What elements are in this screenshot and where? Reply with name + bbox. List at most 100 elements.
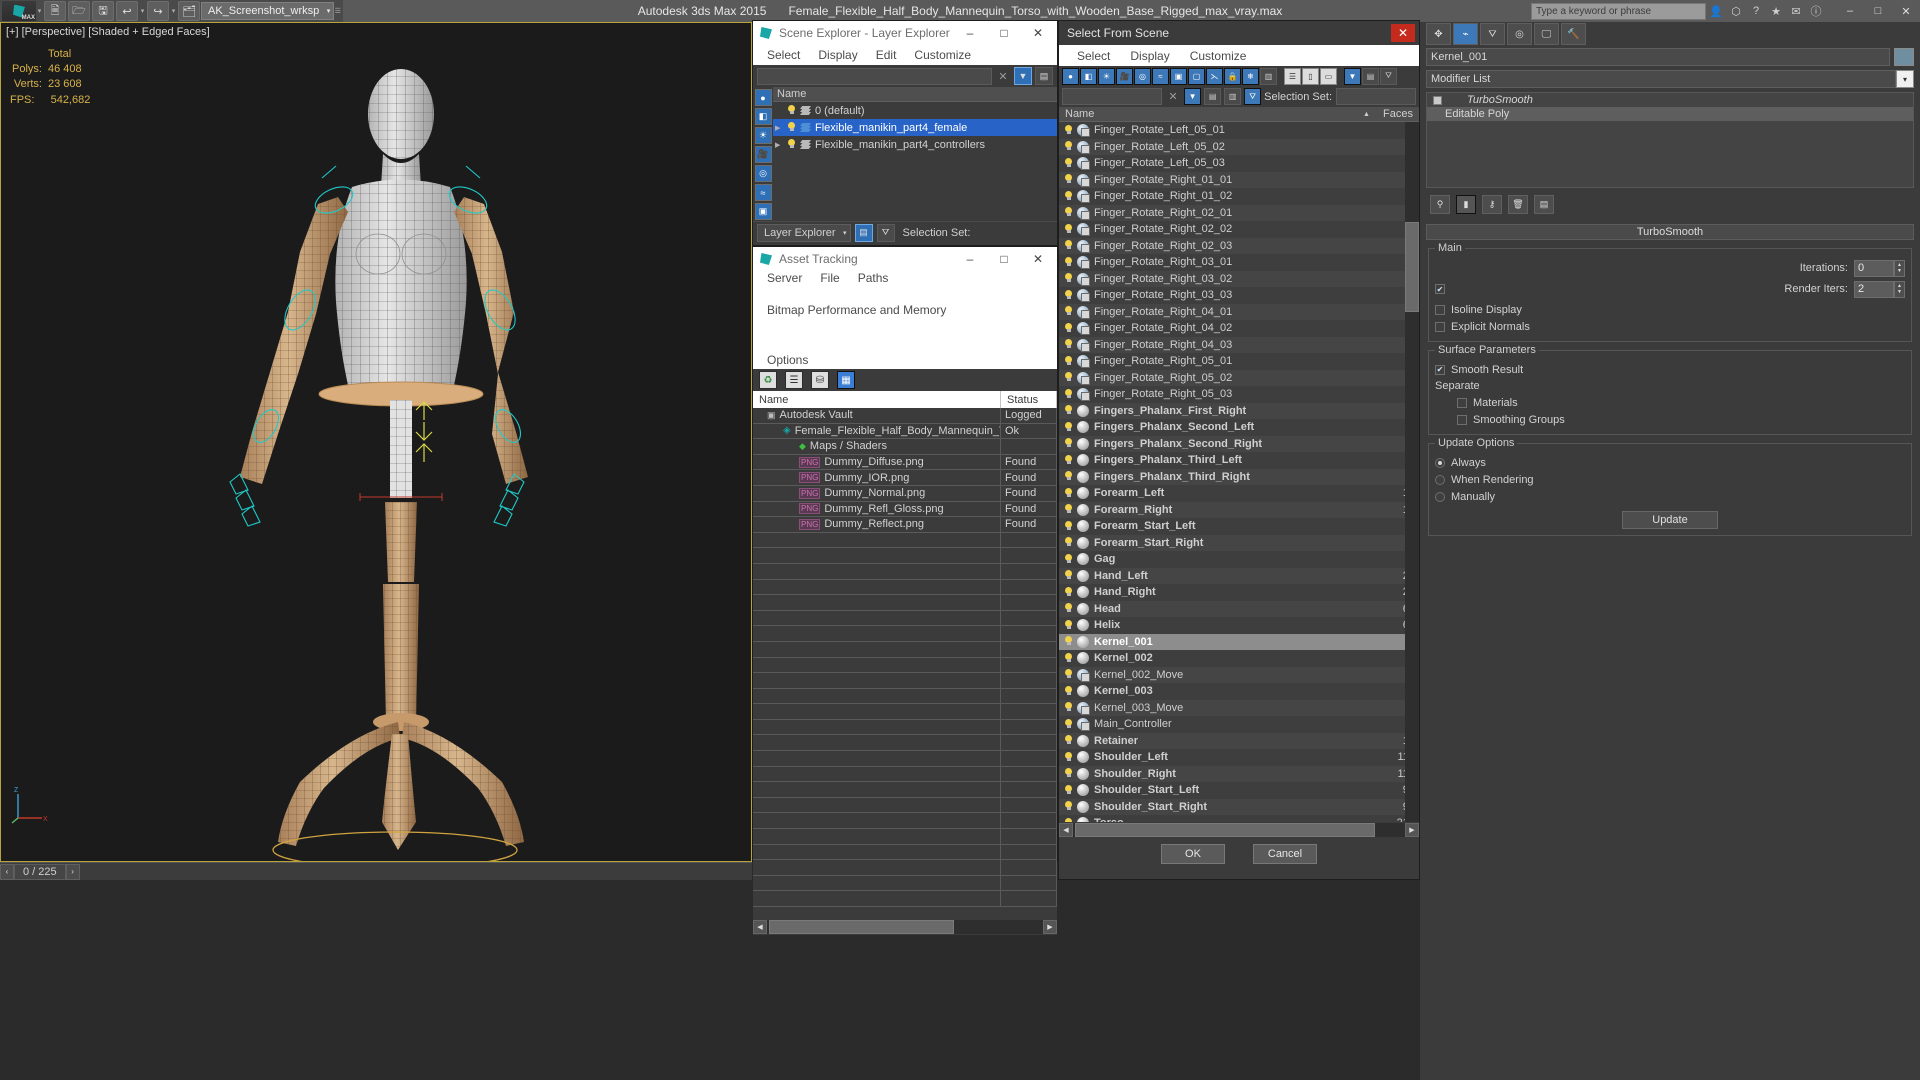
list-item[interactable]: Finger_Rotate_Right_02_02 xyxy=(1059,221,1419,238)
column-faces[interactable]: Faces xyxy=(1377,108,1419,120)
scene-explorer-window[interactable]: Scene Explorer - Layer Explorer – □ ✕ Se… xyxy=(752,20,1058,246)
update-button[interactable]: Update xyxy=(1622,511,1718,529)
scene-explorer-minimize[interactable]: – xyxy=(953,21,987,45)
set-project-folder-icon[interactable]: 🗂 xyxy=(178,1,200,21)
asset-tracking-minimize[interactable]: – xyxy=(953,247,987,271)
columns-icon[interactable]: ☰ xyxy=(1284,67,1301,85)
grid-view-icon[interactable]: ▦ xyxy=(837,371,855,389)
smooth-result-checkbox[interactable]: ✔ xyxy=(1435,364,1445,375)
light-bulb-icon[interactable] xyxy=(1064,240,1073,251)
list-item[interactable]: Forearm_Start_Left8 xyxy=(1059,518,1419,535)
light-bulb-icon[interactable] xyxy=(787,122,796,133)
table-row[interactable]: ▣ Autodesk Vault Logged xyxy=(753,408,1057,424)
render-iters-spinner-icon[interactable]: ▲ ▼ xyxy=(1894,280,1905,298)
update-when-rendering-row[interactable]: When Rendering xyxy=(1435,471,1905,488)
column-name[interactable]: Name xyxy=(753,391,1001,408)
redo-dropdown-icon[interactable]: ▾ xyxy=(170,1,177,21)
light-bulb-icon[interactable] xyxy=(1064,289,1073,301)
filter-cameras-icon[interactable]: 🎥 xyxy=(1116,67,1133,85)
light-bulb-icon[interactable] xyxy=(1064,553,1073,565)
communication-icon[interactable]: ✉ xyxy=(1788,3,1804,19)
table-row[interactable]: PNG Dummy_Refl_Gloss.png Found xyxy=(753,501,1057,518)
light-bulb-icon[interactable] xyxy=(1064,388,1073,400)
utilities-tab[interactable]: 🔨 xyxy=(1561,23,1586,45)
chevron-down-icon[interactable]: ▾ xyxy=(1896,70,1914,88)
info-icon[interactable]: ⓘ xyxy=(1808,3,1824,19)
expand-arrow-icon[interactable]: ▶ xyxy=(775,141,783,149)
asset-tracking-hscrollbar[interactable]: ◀ ▶ xyxy=(753,919,1057,935)
window-close-button[interactable]: ✕ xyxy=(1892,1,1920,21)
rollup-header-turbosmooth[interactable]: TurboSmooth xyxy=(1426,224,1914,240)
light-bulb-icon[interactable] xyxy=(1064,768,1073,779)
list-item[interactable]: Finger_Rotate_Right_04_01 xyxy=(1059,303,1419,320)
viewport-label[interactable]: [+] [Perspective] [Shaded + Edged Faces] xyxy=(6,26,210,38)
light-bulb-icon[interactable] xyxy=(1064,603,1073,614)
table-row-empty[interactable] xyxy=(753,891,1057,907)
scroll-thumb[interactable] xyxy=(1075,822,1375,837)
layer-hierarchy-icon[interactable]: ⛛ xyxy=(876,223,895,242)
light-bulb-icon[interactable] xyxy=(1064,702,1073,713)
table-row-empty[interactable] xyxy=(753,813,1057,830)
table-row-empty[interactable] xyxy=(753,860,1057,876)
list-item[interactable]: Forearm_Start_Right8 xyxy=(1059,534,1419,551)
table-row-empty[interactable] xyxy=(753,563,1057,580)
table-row-empty[interactable] xyxy=(753,610,1057,627)
table-row-empty[interactable] xyxy=(753,829,1057,845)
list-item[interactable]: Shoulder_Right119 xyxy=(1059,765,1419,782)
isoline-display-checkbox[interactable] xyxy=(1435,304,1445,315)
column-status[interactable]: Status xyxy=(1001,391,1057,408)
remove-modifier-icon[interactable]: 🗑 xyxy=(1508,194,1528,214)
layer-manage-icon[interactable]: ▤ xyxy=(854,223,873,242)
table-row[interactable]: PNG Dummy_Reflect.png Found xyxy=(753,517,1057,533)
list-item[interactable]: Finger_Rotate_Right_05_02 xyxy=(1059,369,1419,386)
menu-bitmap-performance[interactable]: Bitmap Performance and Memory xyxy=(767,303,946,317)
refresh-icon[interactable]: ♻ xyxy=(759,371,777,389)
light-bulb-icon[interactable] xyxy=(1064,586,1073,598)
modifier-stack[interactable]: TurboSmooth Editable Poly xyxy=(1426,92,1914,188)
filter-spacewarps-icon[interactable]: ≈ xyxy=(754,184,772,201)
list-item[interactable]: Fingers_Phalanx_First_Right xyxy=(1059,402,1419,419)
table-row-empty[interactable] xyxy=(753,751,1057,767)
iterations-spinner-icon[interactable]: ▲ ▼ xyxy=(1894,259,1905,277)
perspective-viewport[interactable]: [+] [Perspective] [Shaded + Edged Faces]… xyxy=(0,22,752,862)
update-always-row[interactable]: Always xyxy=(1435,454,1905,471)
find-filter-icon[interactable]: ▼ xyxy=(1184,88,1202,105)
layer-options-icon[interactable]: ▤ xyxy=(1035,67,1053,85)
list-item[interactable]: Finger_Rotate_Left_05_02 xyxy=(1059,138,1419,155)
window-minimize-button[interactable]: – xyxy=(1836,1,1864,21)
asset-tracking-window[interactable]: Asset Tracking – □ ✕ Server File Paths B… xyxy=(752,246,1058,935)
workspace-menu-icon[interactable]: ☰ xyxy=(334,1,341,21)
light-bulb-icon[interactable] xyxy=(1064,471,1073,482)
light-bulb-icon[interactable] xyxy=(1064,256,1073,268)
filter-groups-icon[interactable]: ▣ xyxy=(1170,67,1187,85)
modify-tab[interactable]: ⌁ xyxy=(1453,23,1478,45)
list-item[interactable]: Forearm_Left14 xyxy=(1059,485,1419,502)
table-row-empty[interactable] xyxy=(753,673,1057,689)
filter-hidden-icon[interactable]: ❄ xyxy=(1242,67,1259,85)
display-layers-icon[interactable]: ▤ xyxy=(1204,88,1222,105)
scroll-track[interactable] xyxy=(767,920,1043,934)
menu-select[interactable]: Select xyxy=(767,48,800,62)
object-color-swatch[interactable] xyxy=(1894,48,1914,66)
select-from-scene-dialog[interactable]: Select From Scene ✕ Select Display Custo… xyxy=(1058,20,1420,880)
filter-helpers-icon[interactable]: ◎ xyxy=(1134,67,1151,85)
isoline-display-row[interactable]: Isoline Display xyxy=(1435,301,1905,318)
filter-shapes-icon[interactable]: ◧ xyxy=(1080,67,1097,85)
light-bulb-icon[interactable] xyxy=(1064,784,1073,796)
table-row-empty[interactable] xyxy=(753,704,1057,720)
update-always-radio[interactable] xyxy=(1435,457,1445,468)
list-item[interactable]: Finger_Rotate_Right_05_01 xyxy=(1059,353,1419,370)
list-item[interactable]: Finger_Rotate_Right_01_02 xyxy=(1059,188,1419,205)
redo-icon[interactable]: ↪ xyxy=(147,1,169,21)
exchange-icon[interactable]: ⬡ xyxy=(1728,3,1744,19)
list-item[interactable]: Finger_Rotate_Right_05_03 xyxy=(1059,386,1419,403)
display-stack-icon[interactable]: ▥ xyxy=(1224,88,1242,105)
light-bulb-icon[interactable] xyxy=(1064,735,1073,746)
motion-tab[interactable]: ◎ xyxy=(1507,23,1532,45)
light-bulb-icon[interactable] xyxy=(1064,454,1073,466)
list-item[interactable]: Finger_Rotate_Left_05_01 xyxy=(1059,122,1419,139)
smoothing-groups-checkbox[interactable] xyxy=(1457,414,1467,425)
scroll-right-icon[interactable]: ▶ xyxy=(1405,822,1419,837)
window-maximize-button[interactable]: □ xyxy=(1864,1,1892,21)
scroll-thumb[interactable] xyxy=(1405,222,1419,312)
